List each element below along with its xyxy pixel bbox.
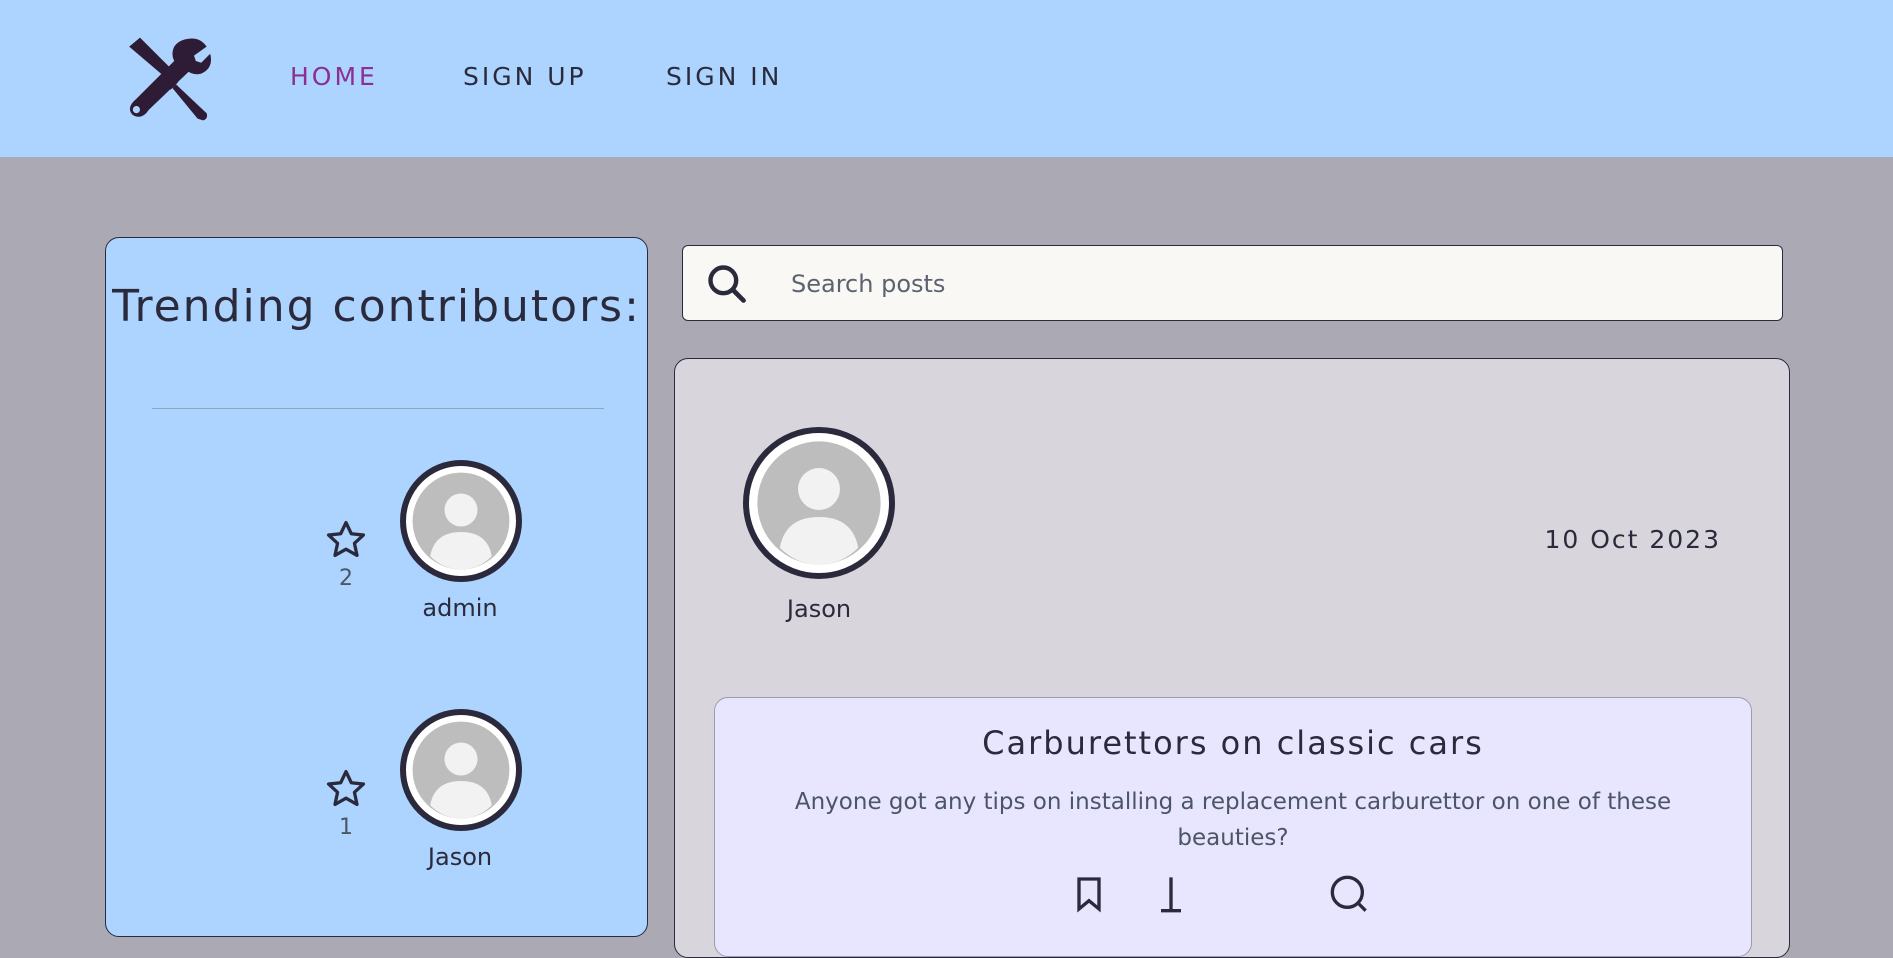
contributor-score: 2 (339, 566, 353, 591)
user-placeholder-icon (412, 472, 510, 570)
bookmark-icon[interactable] (1069, 874, 1109, 914)
post-content: Anyone got any tips on installing a repl… (794, 789, 1672, 851)
contributor-item[interactable]: 2 admin (106, 460, 647, 640)
post-author[interactable]: Jason (719, 595, 919, 623)
avatar[interactable] (400, 709, 522, 831)
search-input[interactable] (789, 260, 1753, 308)
top-navbar: HOME SIGN UP SIGN IN (0, 0, 1893, 157)
contributor-name[interactable]: admin (360, 594, 560, 622)
post-actions (715, 874, 1751, 914)
star-icon[interactable] (324, 767, 368, 811)
post-card: Jason 10 Oct 2023 Carburettors on classi… (674, 358, 1790, 958)
search-bar (682, 245, 1783, 321)
star-icon[interactable] (324, 518, 368, 562)
nav-signup-link[interactable]: SIGN UP (463, 62, 587, 92)
nav-signin-link[interactable]: SIGN IN (666, 62, 782, 92)
post-title[interactable]: Carburettors on classic cars (715, 724, 1751, 762)
trending-contributors-panel: Trending contributors: 2 admin 1 Jason (105, 237, 648, 937)
contributor-item[interactable]: 1 Jason (106, 709, 647, 889)
contributor-score: 1 (339, 815, 353, 840)
search-icon[interactable] (705, 262, 749, 306)
divider (152, 408, 604, 409)
post-body[interactable]: Carburettors on classic cars Anyone got … (714, 697, 1752, 957)
contributor-name[interactable]: Jason (360, 843, 560, 871)
tools-logo-icon[interactable] (122, 34, 212, 124)
avatar[interactable] (400, 460, 522, 582)
avatar[interactable] (743, 427, 895, 579)
user-placeholder-icon (757, 441, 881, 565)
post-date: 10 Oct 2023 (1544, 525, 1721, 554)
like-icon[interactable] (1151, 874, 1191, 914)
trending-title: Trending contributors: (112, 281, 641, 332)
comment-icon[interactable] (1329, 874, 1369, 914)
user-placeholder-icon (412, 721, 510, 819)
nav-home-link[interactable]: HOME (290, 62, 378, 92)
